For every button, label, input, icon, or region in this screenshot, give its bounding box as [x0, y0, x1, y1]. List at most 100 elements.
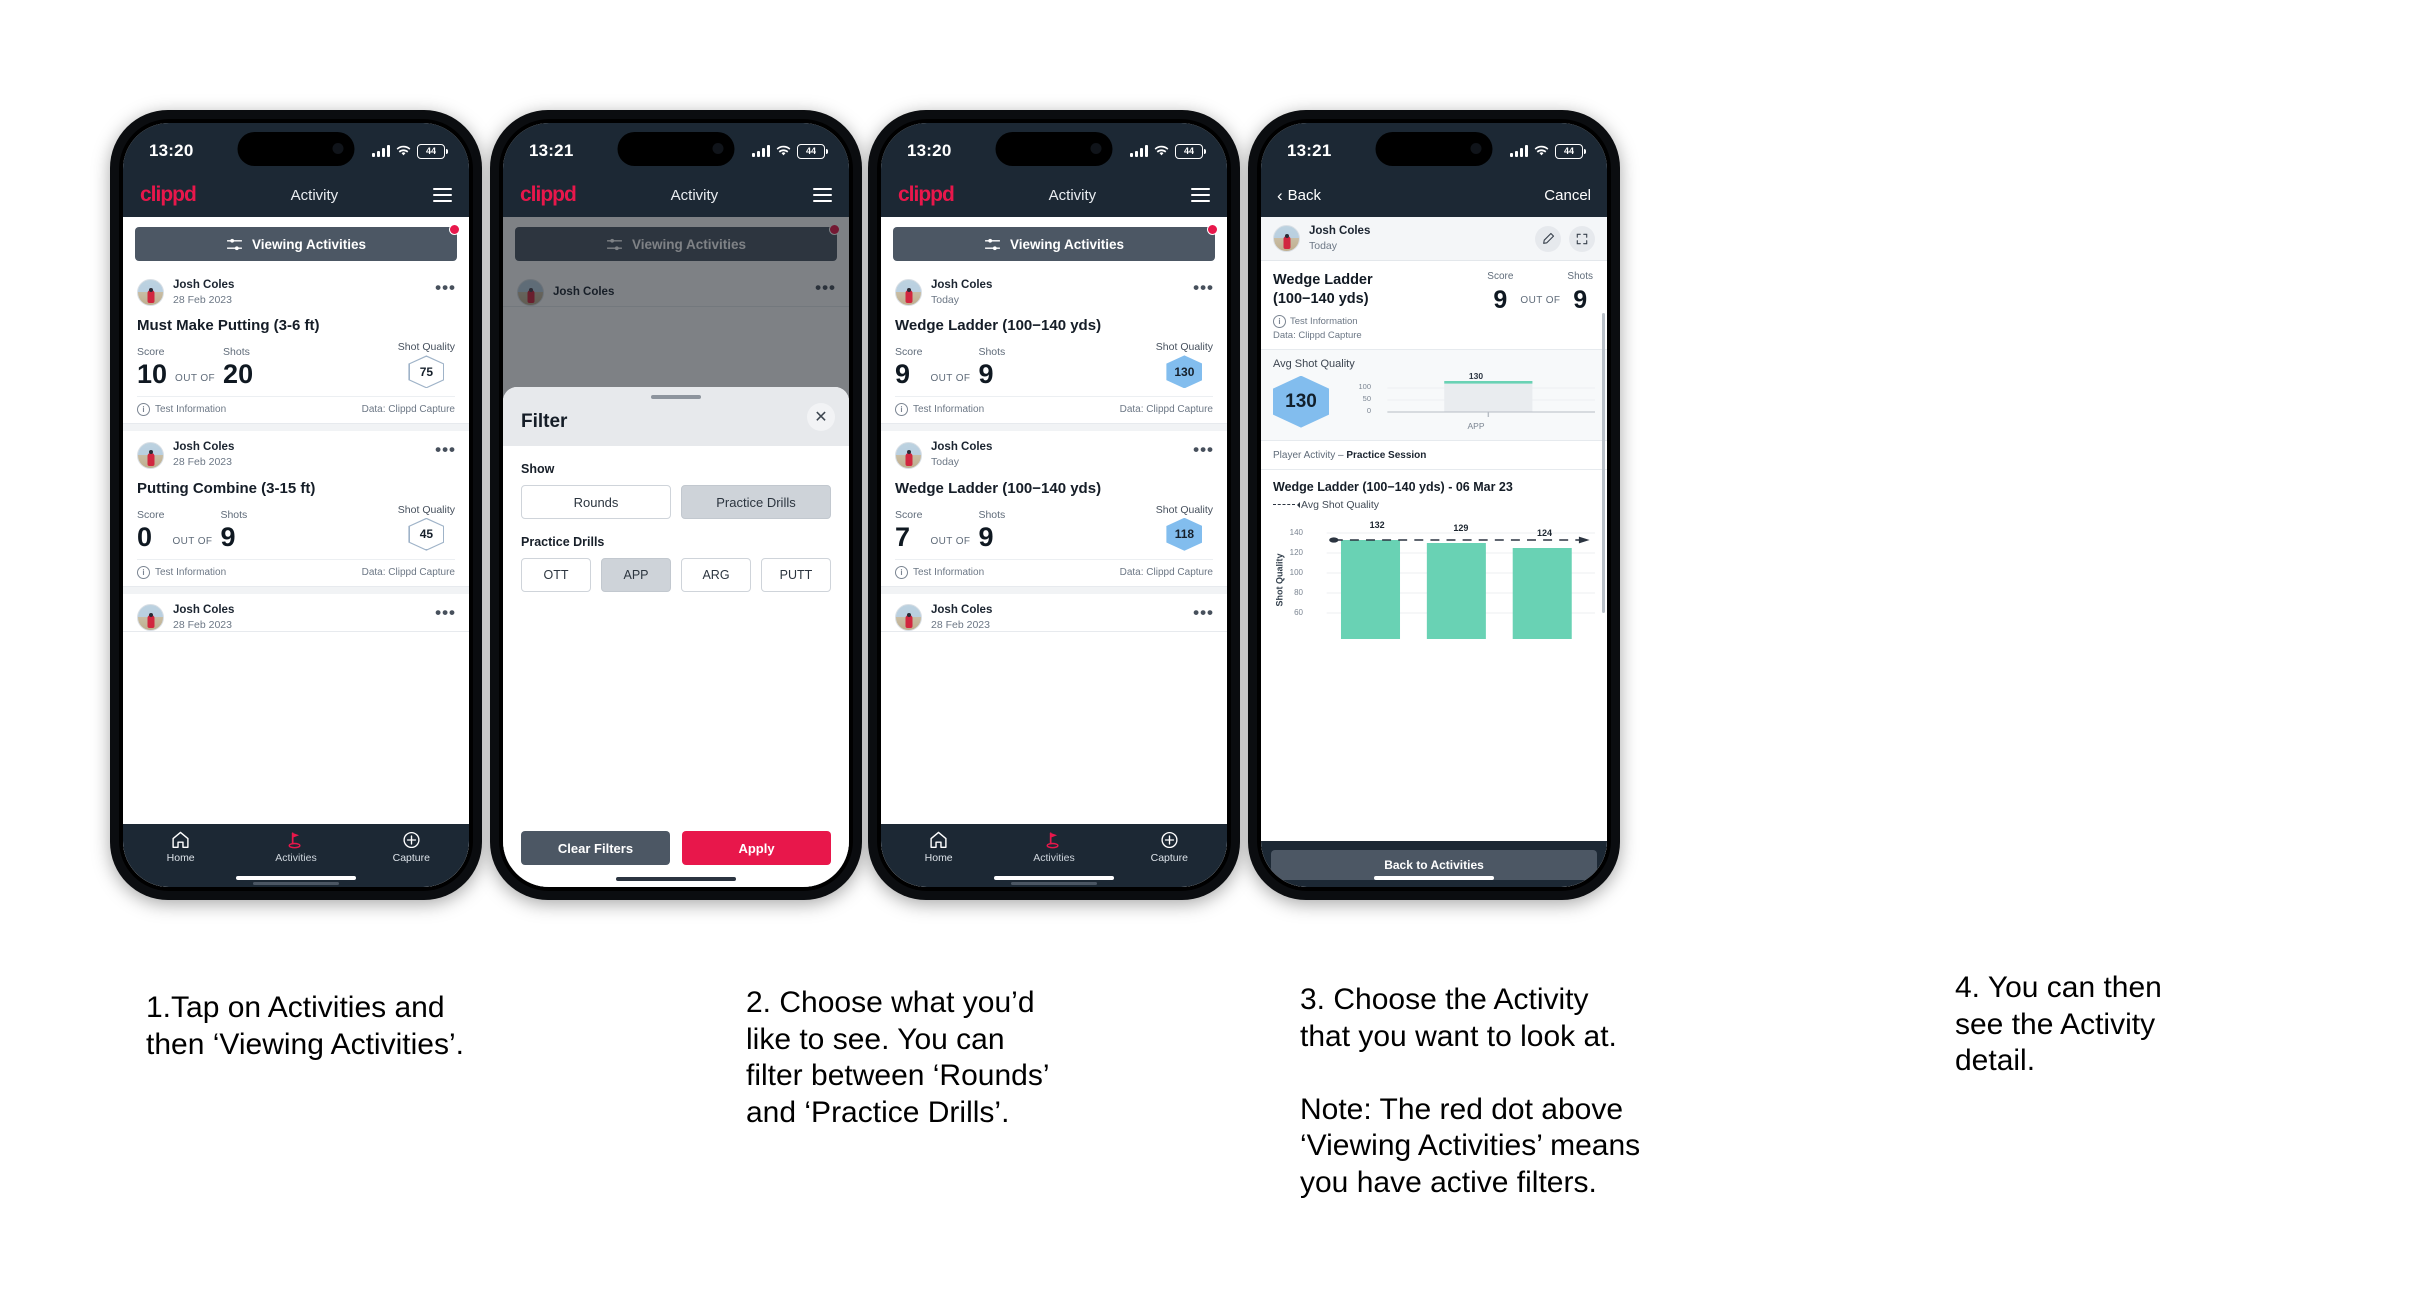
- activity-card[interactable]: ••• Josh Coles Today Wedge Ladder (100−1…: [881, 431, 1227, 587]
- avatar: [137, 441, 164, 469]
- menu-icon[interactable]: [1191, 188, 1210, 202]
- card-user-block: Josh Coles 28 Feb 2023: [173, 279, 234, 306]
- card-footer: i Test Information Data: Clippd Capture: [895, 396, 1213, 423]
- card-overflow-icon[interactable]: •••: [435, 279, 456, 296]
- info-icon: i: [137, 565, 150, 579]
- nav-item-home[interactable]: Home: [904, 831, 974, 864]
- activity-card[interactable]: ••• Josh Coles 28 Feb 2023 Putting Combi…: [123, 431, 469, 587]
- card-footer: i Test Information Data: Clippd Capture: [137, 558, 455, 586]
- avatar: [1273, 225, 1300, 253]
- nav-item-capture[interactable]: Capture: [1134, 831, 1204, 864]
- filter-chip-app[interactable]: APP: [601, 558, 671, 592]
- card-overflow-icon[interactable]: •••: [1193, 441, 1214, 458]
- nav-label-capture: Capture: [1150, 852, 1188, 864]
- scrollbar[interactable]: [1602, 313, 1605, 613]
- cancel-button[interactable]: Cancel: [1544, 187, 1591, 204]
- shot-quality-hexagon: 75: [408, 355, 445, 389]
- viewing-activities-wrap: Viewing Activities: [881, 217, 1227, 269]
- shots-block: Shots 9: [978, 346, 1005, 388]
- session-ytick-100: 100: [1289, 567, 1303, 577]
- card-footer: i Test Information Data: Clippd Capture: [137, 396, 455, 423]
- shot-quality-block: Shot Quality 75: [398, 341, 455, 389]
- detail-user-block: Josh Coles Today: [1309, 225, 1370, 252]
- phone-wedge-ladder-list: 13:20 44 clippd Activity Viewing Activit…: [868, 110, 1240, 900]
- nav-item-capture[interactable]: Capture: [376, 831, 446, 864]
- card-overflow-icon[interactable]: •••: [1193, 604, 1214, 621]
- sheet-grabber[interactable]: [651, 395, 701, 399]
- pencil-icon[interactable]: [1535, 225, 1561, 252]
- show-options-row: Rounds Practice Drills: [521, 485, 831, 519]
- nav-item-home[interactable]: Home: [146, 831, 216, 864]
- activity-card[interactable]: ••• Josh Coles 28 Feb 2023: [881, 593, 1227, 633]
- battery-icon: 44: [417, 143, 448, 159]
- card-header: Josh Coles Today: [895, 279, 1213, 307]
- test-information[interactable]: i Test Information: [895, 403, 984, 417]
- filter-sheet: Filter ✕ Show Rounds Practice Drills Pra…: [503, 387, 849, 887]
- back-button[interactable]: ‹ Back: [1277, 187, 1321, 204]
- card-user-block: Josh Coles 28 Feb 2023: [173, 441, 234, 468]
- detail-date: Today: [1309, 239, 1338, 252]
- card-stats: Score 10 OUT OF Shots 20 Shot Quality 75: [137, 340, 455, 390]
- mini-chart-xtick-app: APP: [1467, 420, 1485, 431]
- session-chart-title: Wedge Ladder (100−140 yds) - 06 Mar 23: [1273, 479, 1513, 494]
- shot-quality-label: Shot Quality: [397, 503, 455, 516]
- phone-bezel: 13:20 44 clippd Activity Viewing Activit…: [877, 119, 1231, 891]
- filter-chip-ott[interactable]: OTT: [521, 558, 591, 592]
- shot-quality-hexagon: 118: [1166, 517, 1203, 551]
- drill-options-row: OTT APP ARG PUTT: [521, 558, 831, 592]
- card-overflow-icon[interactable]: •••: [435, 604, 456, 621]
- card-user-name: Josh Coles: [173, 441, 235, 454]
- close-icon[interactable]: ✕: [807, 403, 835, 431]
- detail-user-name: Josh Coles: [1309, 225, 1371, 237]
- menu-icon[interactable]: [813, 188, 832, 202]
- test-information[interactable]: i Test Information: [895, 565, 984, 579]
- dynamic-island: [995, 132, 1113, 166]
- session-bar-label-3: 124: [1537, 527, 1553, 538]
- activity-card[interactable]: ••• Josh Coles 28 Feb 2023: [123, 593, 469, 633]
- phone-bezel: 13:20 44 clippd Activity Viewing Activit…: [119, 119, 473, 891]
- caption-step-3: 3. Choose the Activity that you want to …: [1300, 983, 1641, 1199]
- apply-button[interactable]: Apply: [682, 831, 831, 865]
- activity-card[interactable]: ••• Josh Coles 28 Feb 2023 Must Make Put…: [123, 269, 469, 425]
- card-overflow-icon[interactable]: •••: [435, 441, 456, 458]
- out-of-label: OUT OF: [172, 535, 213, 547]
- test-information[interactable]: i Test Information: [137, 565, 226, 579]
- expand-icon[interactable]: [1569, 225, 1595, 252]
- shots-value: 9: [978, 521, 994, 552]
- filter-chip-arg[interactable]: ARG: [681, 558, 751, 592]
- status-bar: 13:20 44: [123, 123, 469, 173]
- filter-chip-rounds[interactable]: Rounds: [521, 485, 671, 519]
- avatar: [895, 441, 922, 469]
- shots-label: Shots: [978, 508, 1006, 521]
- detail-score-value: 9: [1493, 286, 1508, 315]
- status-clock: 13:20: [907, 141, 952, 160]
- detail-score-block: Score 9: [1487, 271, 1513, 313]
- test-information[interactable]: i Test Information: [137, 403, 226, 417]
- nav-item-activities[interactable]: Activities: [1010, 831, 1097, 885]
- detail-test-information[interactable]: i Test Information: [1273, 314, 1393, 328]
- card-overflow-icon[interactable]: •••: [1193, 279, 1214, 296]
- shots-value: 20: [223, 359, 254, 390]
- menu-icon[interactable]: [433, 188, 452, 202]
- caption-step-1: 1.Tap on Activities and then ‘Viewing Ac…: [146, 991, 464, 1061]
- avg-shot-quality-label: Avg Shot Quality: [1273, 357, 1355, 370]
- score-label: Score: [137, 346, 165, 359]
- clippd-logo: clippd: [520, 183, 577, 206]
- viewing-activities-button[interactable]: Viewing Activities: [135, 224, 460, 261]
- status-bar: 13:20 44: [881, 123, 1227, 173]
- nav-label-home: Home: [924, 852, 953, 864]
- activity-card[interactable]: ••• Josh Coles Today Wedge Ladder (100−1…: [881, 269, 1227, 425]
- detail-out-of-label: OUT OF: [1520, 295, 1561, 307]
- cellular-signal-icon: [1130, 145, 1148, 157]
- nav-item-activities[interactable]: Activities: [252, 831, 339, 885]
- session-ytick-80: 80: [1294, 587, 1303, 597]
- filter-chip-putt[interactable]: PUTT: [761, 558, 831, 592]
- app-body: Viewing Activities ••• Josh Coles: [503, 217, 849, 887]
- clear-filters-button[interactable]: Clear Filters: [521, 831, 670, 865]
- score-label: Score: [895, 508, 923, 521]
- filter-chip-practice-drills[interactable]: Practice Drills: [681, 485, 831, 519]
- card-title: Must Make Putting (3-6 ft): [137, 317, 320, 335]
- home-indicator: [236, 876, 356, 880]
- viewing-activities-button[interactable]: Viewing Activities: [893, 224, 1218, 261]
- shot-quality-label: Shot Quality: [1155, 503, 1213, 516]
